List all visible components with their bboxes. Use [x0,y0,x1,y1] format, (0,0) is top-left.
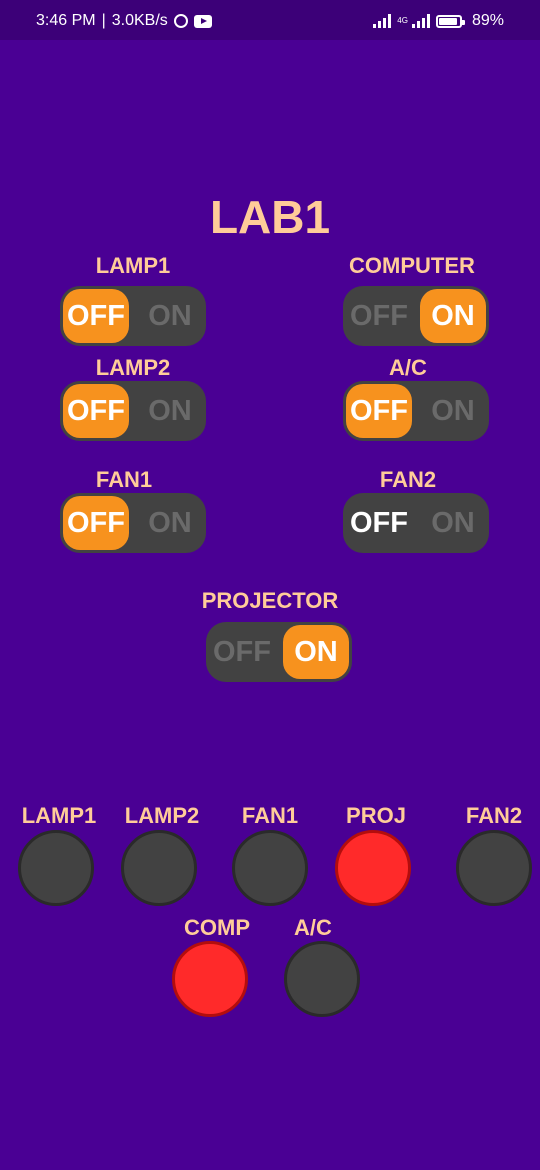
signal-icon [373,14,392,28]
signal-icon-2 [411,14,430,28]
switch-off-text: OFF [67,507,125,539]
proj-indicator-label: PROJ [346,803,406,828]
status-bar: 3:46 PM | 3.0KB/s 4G 89% [0,0,540,40]
switch-on-text: ON [294,636,338,668]
lamp1-indicator [18,830,94,906]
fan2-indicator [456,830,532,906]
lamp2-switch-label: LAMP2 [95,355,171,380]
switch-on-text: ON [431,395,475,427]
comp-indicator [172,941,248,1017]
battery-icon [435,14,465,28]
lamp2-switch[interactable]: OFF ON [60,381,206,441]
fan2-indicator-label: FAN2 [465,803,523,828]
switch-off-text: OFF [67,395,125,427]
status-time: 3:46 PM [36,12,96,29]
fan1-switch-label: FAN1 [95,467,153,492]
youtube-icon [193,14,212,28]
switch-on-text: ON [431,300,475,332]
lamp2-indicator [121,830,197,906]
switch-on-text: ON [148,395,192,427]
projector-switch[interactable]: OFF ON [206,622,352,682]
lamp1-switch[interactable]: OFF ON [60,286,206,346]
projector-switch-label: PROJECTOR [201,588,339,613]
status-bar-left: 3:46 PM | 3.0KB/s [36,12,212,30]
ac-switch[interactable]: OFF ON [343,381,489,441]
lamp2-indicator-label: LAMP2 [124,803,200,828]
computer-switch-label: COMPUTER [349,253,475,278]
battery-level: 89% [471,12,504,29]
status-bar-right: 4G 89% [373,12,504,30]
ac-indicator-label: A/C [294,915,332,940]
lamp1-switch-label: LAMP1 [95,253,171,278]
lamp1-indicator-label: LAMP1 [21,803,97,828]
alarm-icon [173,14,188,28]
fan2-switch-label: FAN2 [379,467,437,492]
fan1-indicator [232,830,308,906]
switch-on-text: ON [148,300,192,332]
page-title: LAB1 [209,191,331,243]
fan2-switch[interactable]: OFF ON [343,493,489,553]
proj-indicator [335,830,411,906]
switch-off-text: OFF [350,507,408,539]
switch-off-text: OFF [350,300,408,332]
fan1-indicator-label: FAN1 [241,803,299,828]
switch-off-text: OFF [213,636,271,668]
switch-off-text: OFF [350,395,408,427]
status-network-speed: 3.0KB/s [111,12,168,29]
status-separator: | [101,12,106,29]
network-type: 4G [397,16,408,25]
comp-indicator-label: COMP [184,915,250,940]
fan1-switch[interactable]: OFF ON [60,493,206,553]
switch-on-text: ON [148,507,192,539]
ac-switch-label: A/C [389,355,427,380]
switch-off-text: OFF [67,300,125,332]
switch-on-text: ON [431,507,475,539]
ac-indicator [284,941,360,1017]
computer-switch[interactable]: OFF ON [343,286,489,346]
